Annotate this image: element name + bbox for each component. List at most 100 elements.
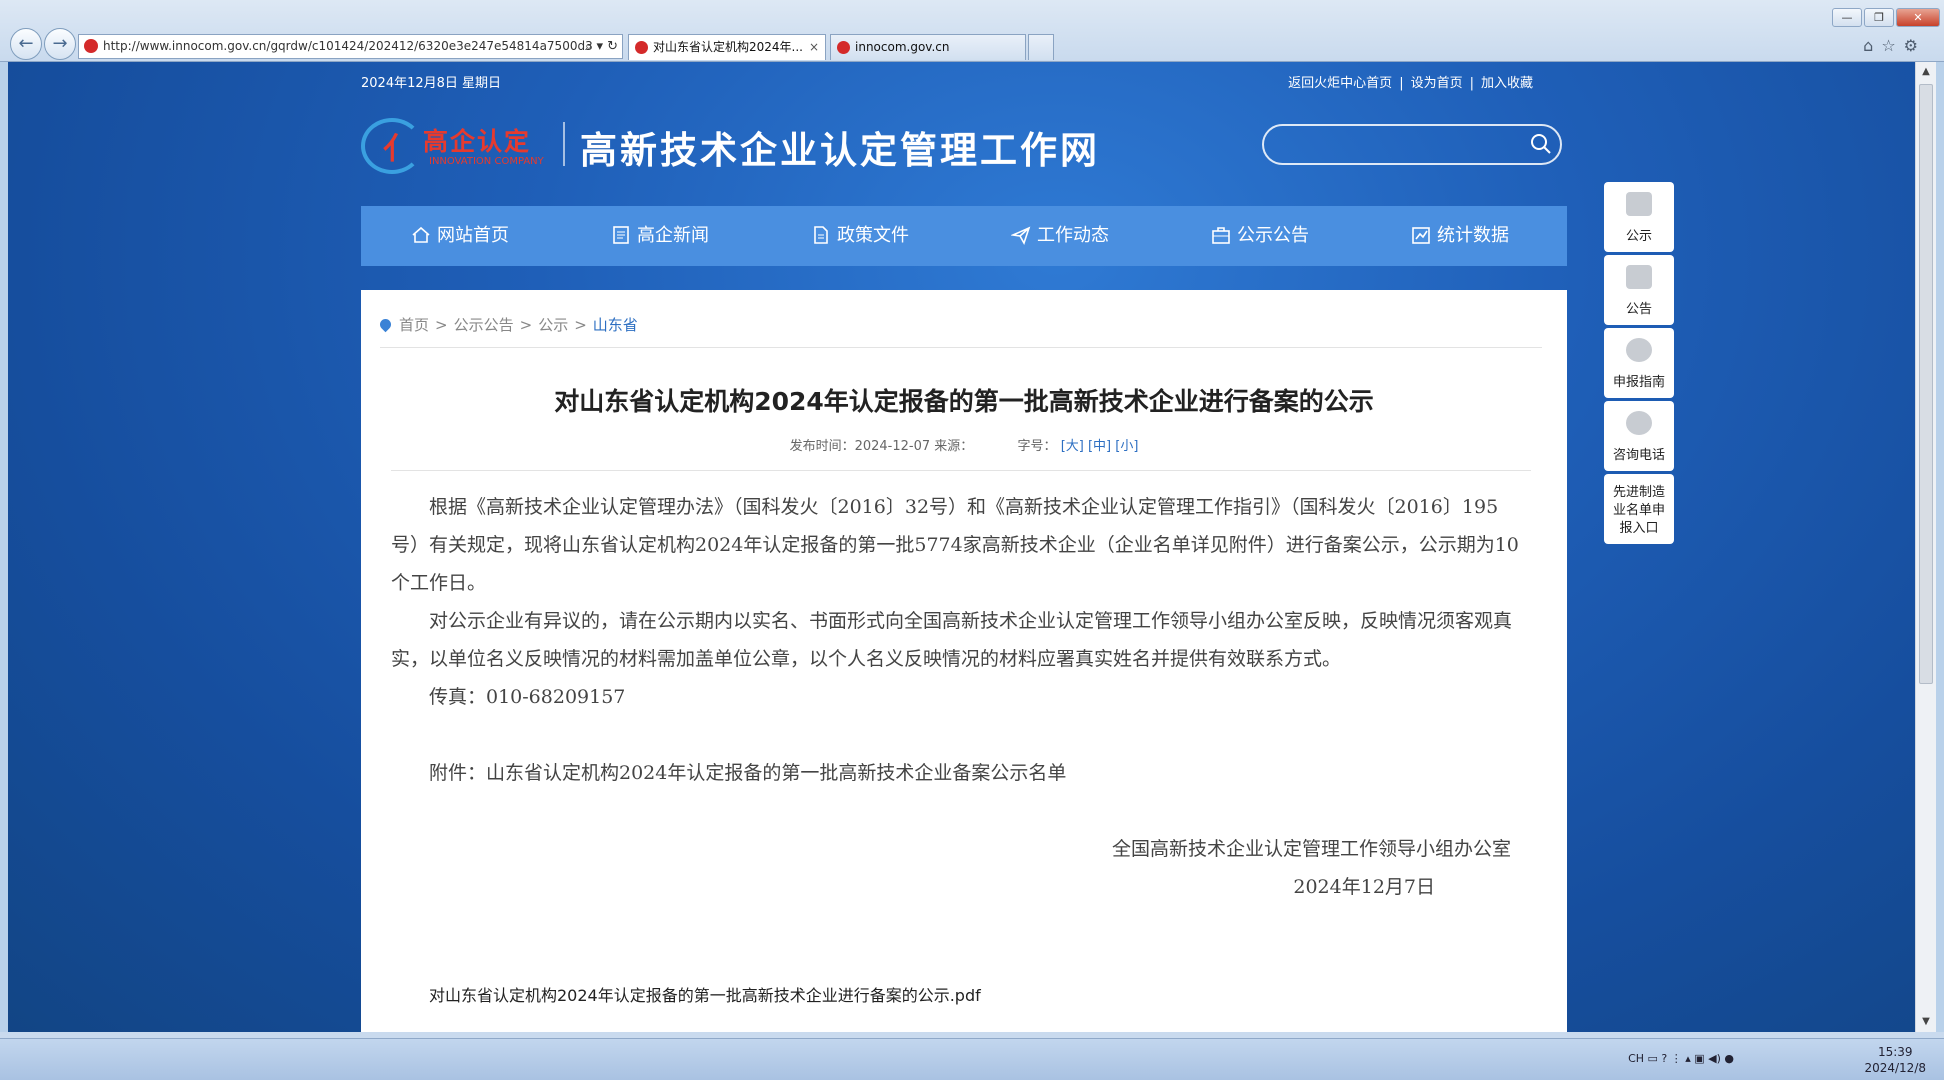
- tab-favicon-icon: [837, 41, 850, 54]
- sidebar-item-phone[interactable]: 咨询电话: [1604, 401, 1674, 471]
- link-set-home[interactable]: 设为首页: [1411, 76, 1463, 91]
- tab-innocom[interactable]: innocom.gov.cn: [830, 34, 1026, 60]
- sidebar-item-label: 先进制造业名单申报入口: [1612, 485, 1665, 536]
- sidebar-item-publicity[interactable]: 公示: [1604, 182, 1674, 252]
- publish-time: 发布时间：2024-12-07 来源：: [789, 439, 974, 454]
- briefcase-icon: [1212, 227, 1230, 244]
- input-language[interactable]: CH: [1628, 1052, 1644, 1065]
- back-button[interactable]: ←: [10, 28, 42, 60]
- vertical-scrollbar[interactable]: ▲ ▼: [1915, 62, 1936, 1032]
- nav-label: 网站首页: [437, 225, 509, 246]
- breadcrumb: 首页 > 公示公告 > 公示 > 山东省: [377, 314, 638, 335]
- tab-close-icon[interactable]: ×: [809, 35, 819, 59]
- article-title: 对山东省认定机构2024年认定报备的第一批高新技术企业进行备案的公示: [554, 387, 1374, 416]
- browser-toolbar: ← → http://www.innocom.gov.cn/gqrdw/c101…: [0, 0, 1944, 62]
- divider: [391, 470, 1531, 471]
- compass-icon: [1626, 338, 1652, 362]
- floating-sidebar: 公示 公告 申报指南 咨询电话 先进制造业名单申报入口: [1604, 182, 1674, 547]
- breadcrumb-publicity[interactable]: 公示: [538, 316, 568, 334]
- breadcrumb-separator: >: [435, 316, 448, 334]
- paragraph: 根据《高新技术企业认定管理办法》（国科发火〔2016〕32号）和《高新技术企业认…: [391, 496, 1519, 594]
- site-favicon-icon: [84, 39, 98, 53]
- sidebar-item-label: 申报指南: [1612, 375, 1665, 390]
- nav-item-home[interactable]: 网站首页: [411, 206, 509, 266]
- chart-icon: [1412, 227, 1430, 244]
- nav-item-stats[interactable]: 统计数据: [1411, 206, 1509, 266]
- nav-label: 统计数据: [1437, 225, 1509, 246]
- divider: [380, 347, 1542, 348]
- nav-label: 政策文件: [837, 225, 909, 246]
- article-body: 根据《高新技术企业认定管理办法》（国科发火〔2016〕32号）和《高新技术企业认…: [391, 488, 1521, 906]
- address-bar[interactable]: http://www.innocom.gov.cn/gqrdw/c101424/…: [78, 34, 623, 59]
- logo-mark: 亻: [383, 132, 413, 167]
- document-icon: [814, 226, 828, 244]
- logo-divider: [563, 122, 565, 166]
- restore-button[interactable]: ❐: [1864, 8, 1894, 27]
- link-add-favorite[interactable]: 加入收藏: [1481, 76, 1533, 91]
- article-panel: 首页 > 公示公告 > 公示 > 山东省 对山东省认定机构2024年认定报备的第一批高新技术…: [361, 290, 1567, 1032]
- font-size-large[interactable]: [大]: [1061, 439, 1084, 454]
- breadcrumb-notice[interactable]: 公示公告: [454, 316, 514, 334]
- clock[interactable]: 15:39 2024/12/8: [1864, 1044, 1926, 1076]
- breadcrumb-separator: >: [574, 316, 587, 334]
- nav-label: 工作动态: [1037, 225, 1109, 246]
- breadcrumb-separator: >: [519, 316, 533, 334]
- phone-icon: [1626, 411, 1652, 435]
- address-tools-icon[interactable]: ⌕ ▾ ↻: [585, 35, 618, 58]
- signature: 全国高新技术企业认定管理工作领导小组办公室: [1111, 838, 1511, 860]
- nav-item-work[interactable]: 工作动态: [1011, 206, 1109, 266]
- sidebar-item-label: 咨询电话: [1612, 448, 1665, 463]
- sidebar-item-guide[interactable]: 申报指南: [1604, 328, 1674, 398]
- scroll-thumb[interactable]: [1919, 84, 1933, 684]
- sidebar-item-manufacturing-entry[interactable]: 先进制造业名单申报入口: [1604, 474, 1674, 544]
- link-torch-home[interactable]: 返回火炬中心首页: [1288, 76, 1392, 91]
- scroll-up-icon[interactable]: ▲: [1916, 62, 1936, 82]
- minimize-button[interactable]: —: [1832, 8, 1862, 27]
- site-logo[interactable]: 亻 高企认定 INNOVATION COMPANY: [361, 112, 561, 176]
- browser-tool-icons[interactable]: ⌂☆⚙: [1863, 36, 1926, 55]
- main-nav: 网站首页 高企新闻 政策文件 工作动态 公示公告 统计数据: [361, 206, 1567, 266]
- attachment-note: 附件：山东省认定机构2024年认定报备的第一批高新技术企业备案公示名单: [429, 762, 1067, 784]
- url-text: http://www.innocom.gov.cn/gqrdw/c101424/…: [103, 39, 593, 53]
- clock-date: 2024/12/8: [1864, 1061, 1926, 1075]
- logo-text-en: INNOVATION COMPANY: [429, 156, 544, 167]
- article-meta: 发布时间：2024-12-07 来源： 字号： [大] [中] [小]: [361, 435, 1567, 454]
- home-icon: [412, 226, 430, 243]
- scroll-down-icon[interactable]: ▼: [1916, 1012, 1936, 1032]
- nav-item-notice[interactable]: 公示公告: [1211, 206, 1309, 266]
- breadcrumb-home[interactable]: 首页: [399, 316, 429, 334]
- location-pin-icon: [377, 316, 394, 333]
- briefcase-icon: [1626, 192, 1652, 216]
- tab-label: innocom.gov.cn: [855, 40, 950, 54]
- system-tray[interactable]: CH ▭ ? ⋮ ▴ ▣ ◀) ●: [1628, 1052, 1734, 1065]
- top-link-separator: |: [1399, 76, 1404, 91]
- clock-time: 15:39: [1877, 1045, 1913, 1059]
- sidebar-item-announcement[interactable]: 公告: [1604, 255, 1674, 325]
- search-icon[interactable]: [1530, 133, 1552, 155]
- nav-item-policy[interactable]: 政策文件: [811, 206, 909, 266]
- logo-text-cn: 高企认定: [423, 127, 532, 156]
- top-link-separator: |: [1469, 76, 1474, 91]
- send-icon: [1011, 226, 1031, 245]
- taskbar: CH ▭ ? ⋮ ▴ ▣ ◀) ● 15:39 2024/12/8: [0, 1038, 1944, 1080]
- top-links: 返回火炬中心首页 | 设为首页 | 加入收藏: [1288, 72, 1533, 91]
- font-size-medium[interactable]: [中]: [1088, 439, 1111, 454]
- attachment-link[interactable]: 对山东省认定机构2024年认定报备的第一批高新技术企业进行备案的公示.pdf: [429, 982, 981, 1006]
- site-title: 高新技术企业认定管理工作网: [580, 128, 1100, 172]
- breadcrumb-current[interactable]: 山东省: [593, 316, 638, 334]
- paragraph: 对公示企业有异议的，请在公示期内以实名、书面形式向全国高新技术企业认定管理工作领…: [391, 610, 1513, 670]
- tab-label: 对山东省认定机构2024年...: [653, 40, 803, 54]
- font-size-small[interactable]: [小]: [1115, 439, 1138, 454]
- tab-article[interactable]: 对山东省认定机构2024年... ×: [628, 34, 826, 60]
- font-size-label: 字号：: [1017, 439, 1057, 454]
- search-box[interactable]: [1262, 124, 1562, 165]
- nav-label: 高企新闻: [637, 225, 709, 246]
- sidebar-item-label: 公告: [1625, 302, 1652, 317]
- new-tab-button[interactable]: [1028, 34, 1054, 60]
- fax-line: 传真：010-68209157: [429, 686, 626, 708]
- news-icon: [613, 226, 629, 244]
- forward-button[interactable]: →: [44, 28, 76, 60]
- close-window-button[interactable]: ✕: [1896, 8, 1940, 27]
- nav-item-news[interactable]: 高企新闻: [611, 206, 709, 266]
- sign-date: 2024年12月7日: [1293, 876, 1435, 898]
